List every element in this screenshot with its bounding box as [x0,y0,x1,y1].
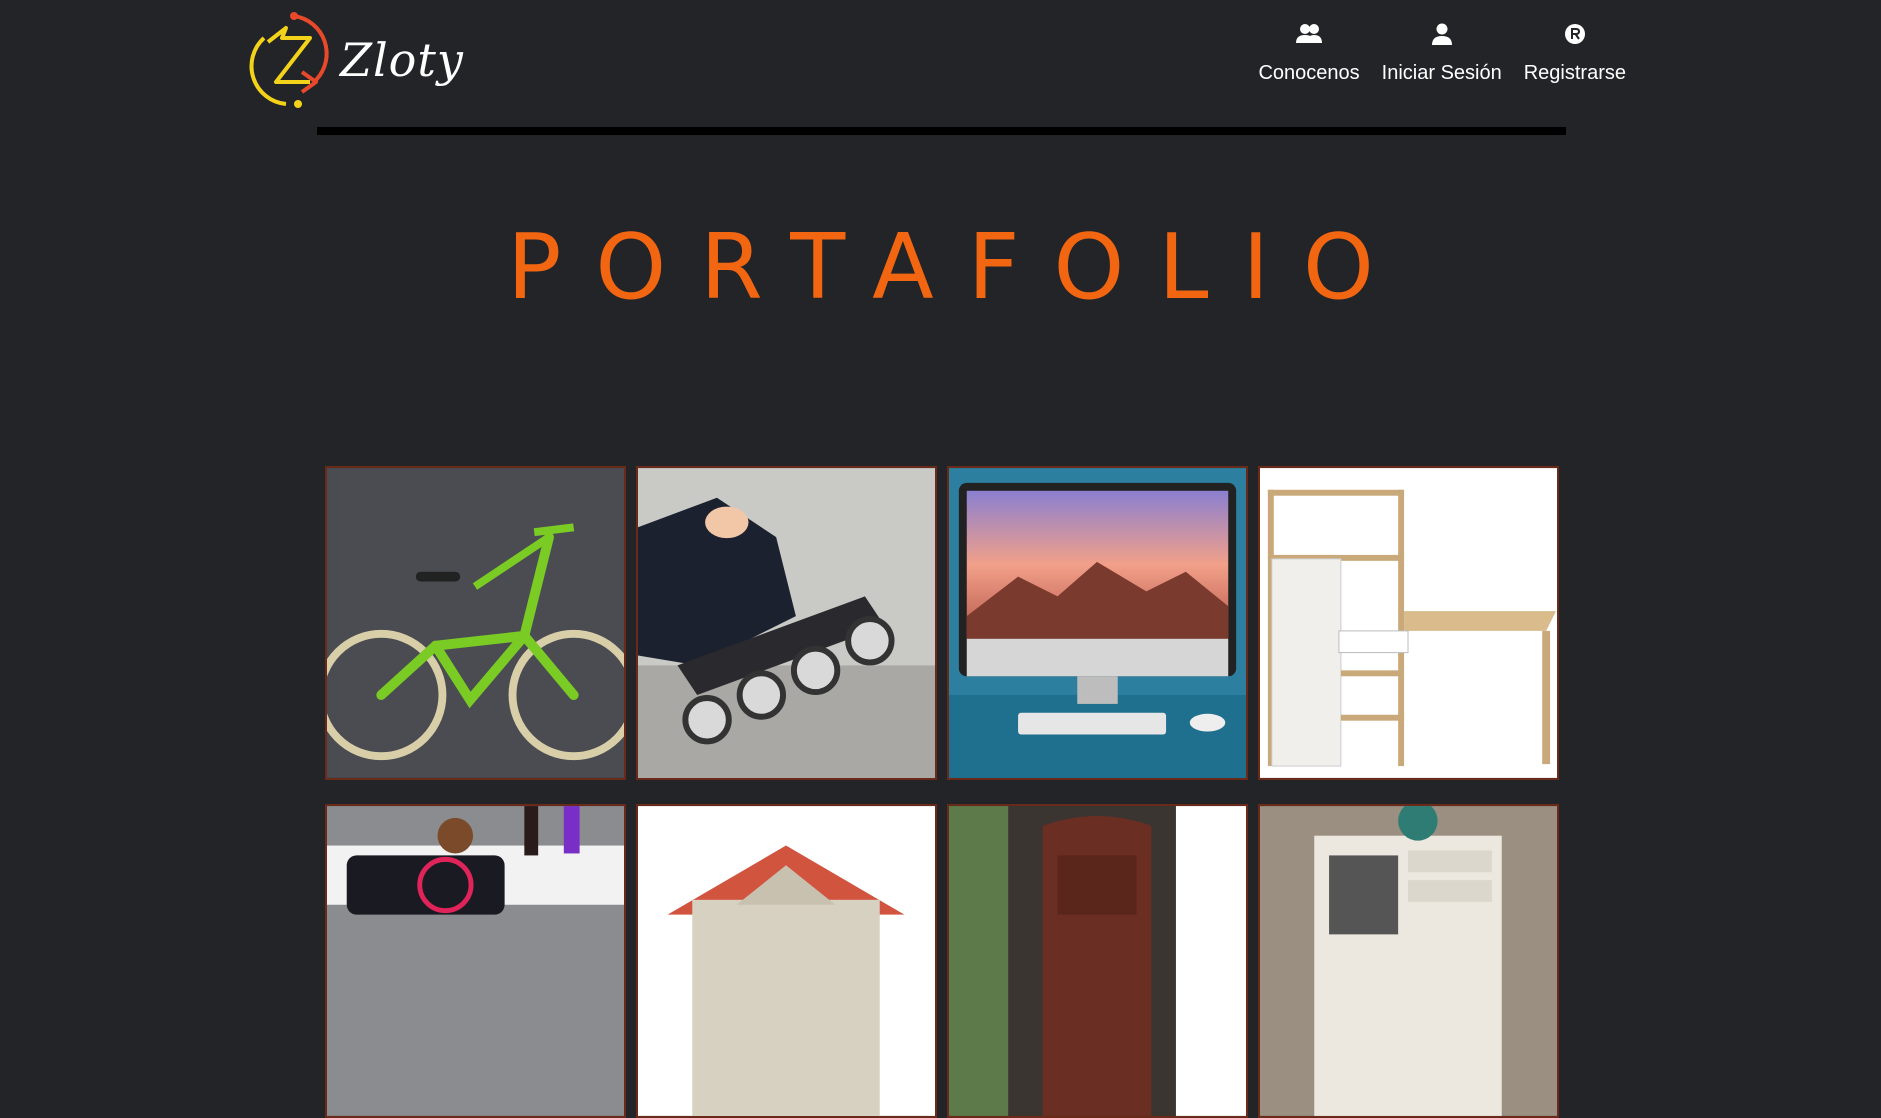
page-title: PORTAFOLIO [507,215,1408,320]
dog-house-image [638,806,935,1116]
zloty-logo-icon [249,12,329,108]
site-header: Zloty Conocenos Iniciar Sesión Registrar… [0,0,1881,127]
inline-skates-image [638,468,935,778]
wooden-door-image [949,806,1246,1116]
speaker-with-toy-image [327,806,624,1116]
users-icon [1295,20,1323,48]
gallery-item-imac-computer[interactable] [947,466,1248,780]
gallery-item-inline-skates[interactable] [636,466,937,780]
portfolio-gallery [325,466,1559,1118]
nav-iniciar-sesion-label: Iniciar Sesión [1381,62,1502,84]
nav-registrarse-label: Registrarse [1523,62,1626,84]
white-dresser-image [1260,806,1557,1116]
nav-iniciar-sesion[interactable]: Iniciar Sesión [1382,20,1502,85]
nav-conocenos[interactable]: Conocenos [1258,20,1360,85]
gallery-item-wooden-desk[interactable] [1258,466,1559,780]
gallery-item-bmx-bike[interactable] [325,466,626,780]
nav-conocenos-label: Conocenos [1258,62,1360,84]
user-icon [1428,20,1456,48]
imac-computer-image [949,468,1246,778]
header-divider [317,127,1566,135]
gallery-item-white-dresser[interactable] [1258,804,1559,1118]
brand-logo[interactable]: Zloty [246,8,464,112]
brand-name: Zloty [340,33,464,87]
nav-registrarse[interactable]: Registrarse [1524,20,1626,85]
gallery-item-speaker-with-toy[interactable] [325,804,626,1118]
gallery-item-wooden-door[interactable] [947,804,1248,1118]
gallery-item-dog-house[interactable] [636,804,937,1118]
bmx-bike-image [327,468,624,778]
wooden-desk-image [1260,468,1557,778]
registered-icon [1561,20,1589,48]
main-nav: Conocenos Iniciar Sesión Registrarse [1258,20,1626,85]
